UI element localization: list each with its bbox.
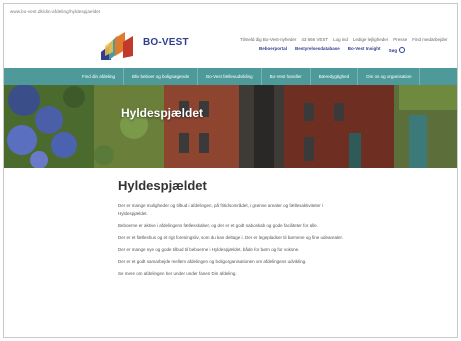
search-link[interactable]: Søg — [389, 46, 406, 53]
nav-item[interactable]: Find din afdeling — [4, 68, 125, 85]
hero-image — [4, 85, 457, 168]
secondary-links: Beboerportal Bestyrelsesdatabase Bo-Vest… — [259, 46, 406, 53]
paragraph: Der er et fælleshus og et rigt forenings… — [118, 235, 344, 240]
nav-item[interactable]: Bo-Vest fællesudvikling — [198, 68, 262, 85]
address-bar[interactable]: www.bo-vest.dk/din-afdeling/hyldespjaeld… — [10, 9, 100, 14]
paragraph: Der er et godt samarbejde mellem afdelin… — [118, 259, 307, 264]
paragraph: Der er mange nye og gode tilbud til bebo… — [118, 247, 300, 252]
utility-link[interactable]: Tilmeld dig Bo-Vest-nyheder — [240, 37, 296, 42]
bo-vest-logo-icon[interactable] — [99, 30, 139, 62]
browser-page: www.bo-vest.dk/din-afdeling/hyldespjaeld… — [3, 3, 458, 338]
search-icon — [399, 47, 406, 53]
page-title: Hyldespjældet — [118, 178, 207, 193]
hero-banner: Hyldespjældet — [4, 85, 457, 168]
paragraph: Der er mange muligheder og tilbud i afde… — [118, 203, 323, 216]
nav-item[interactable]: Bæredygtighed — [311, 68, 359, 85]
nav-item[interactable]: Bo-Vest handler — [262, 68, 311, 85]
utility-link[interactable]: Find medarbejder — [412, 37, 447, 42]
utility-link[interactable]: 43 666 VEST — [301, 37, 328, 42]
utility-link[interactable]: Presse — [393, 37, 407, 42]
utility-link[interactable]: Ledige lejligheder — [353, 37, 388, 42]
main-content: Hyldespjældet Der er mange muligheder og… — [118, 178, 350, 282]
nav-item[interactable]: Om os og organisation — [358, 68, 421, 85]
insight-link[interactable]: Bo-Vest Insight — [348, 46, 381, 53]
hero-title: Hyldespjældet — [121, 106, 204, 120]
paragraph: Se mere om afdelingen her under under fa… — [118, 271, 237, 276]
bestyrelse-link[interactable]: Bestyrelsesdatabase — [295, 46, 340, 53]
brand-name[interactable]: BO-VEST — [143, 37, 189, 48]
utility-link[interactable]: Log ind — [333, 37, 348, 42]
utility-links: Tilmeld dig Bo-Vest-nyheder 43 666 VEST … — [240, 37, 448, 42]
paragraph: Beboerne er aktive i afdelingens fælless… — [118, 223, 318, 228]
beboerportal-link[interactable]: Beboerportal — [259, 46, 287, 53]
main-nav: Find din afdeling Bliv beboer og boligsø… — [4, 68, 457, 85]
search-label: Søg — [388, 48, 398, 53]
nav-item[interactable]: Bliv beboer og boligsøgende — [124, 68, 199, 85]
